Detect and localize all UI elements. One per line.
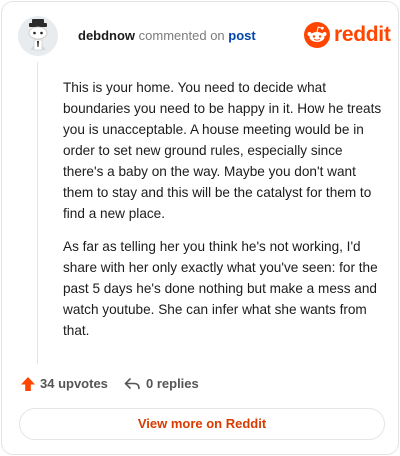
comment-body: This is your home. You need to decide wh… [63, 77, 383, 353]
comment-meta: debdnow commented on post [78, 28, 256, 44]
reply-icon [124, 378, 140, 390]
brand-wordmark: reddit [334, 23, 391, 46]
upvote-label: 34 upvotes [40, 376, 108, 391]
user-avatar[interactable] [18, 16, 58, 56]
snoo-avatar-icon [18, 16, 58, 56]
comment-header: debdnow commented on post reddit [18, 16, 391, 56]
post-link[interactable]: post [228, 28, 255, 43]
action-text: commented on [138, 28, 225, 43]
view-more-button[interactable]: View more on Reddit [19, 408, 385, 440]
comment-paragraph: As far as telling her you think he's not… [63, 239, 378, 338]
comment-paragraph: This is your home. You need to decide wh… [63, 80, 382, 221]
reddit-brand[interactable]: reddit [304, 22, 391, 48]
reddit-logo-icon [304, 22, 330, 48]
upvote-arrow-icon [21, 377, 35, 391]
username-link[interactable]: debdnow [78, 28, 135, 43]
comment-embed-card: debdnow commented on post reddit This is… [1, 1, 399, 455]
thread-line [37, 62, 38, 364]
reply-label: 0 replies [146, 376, 199, 391]
